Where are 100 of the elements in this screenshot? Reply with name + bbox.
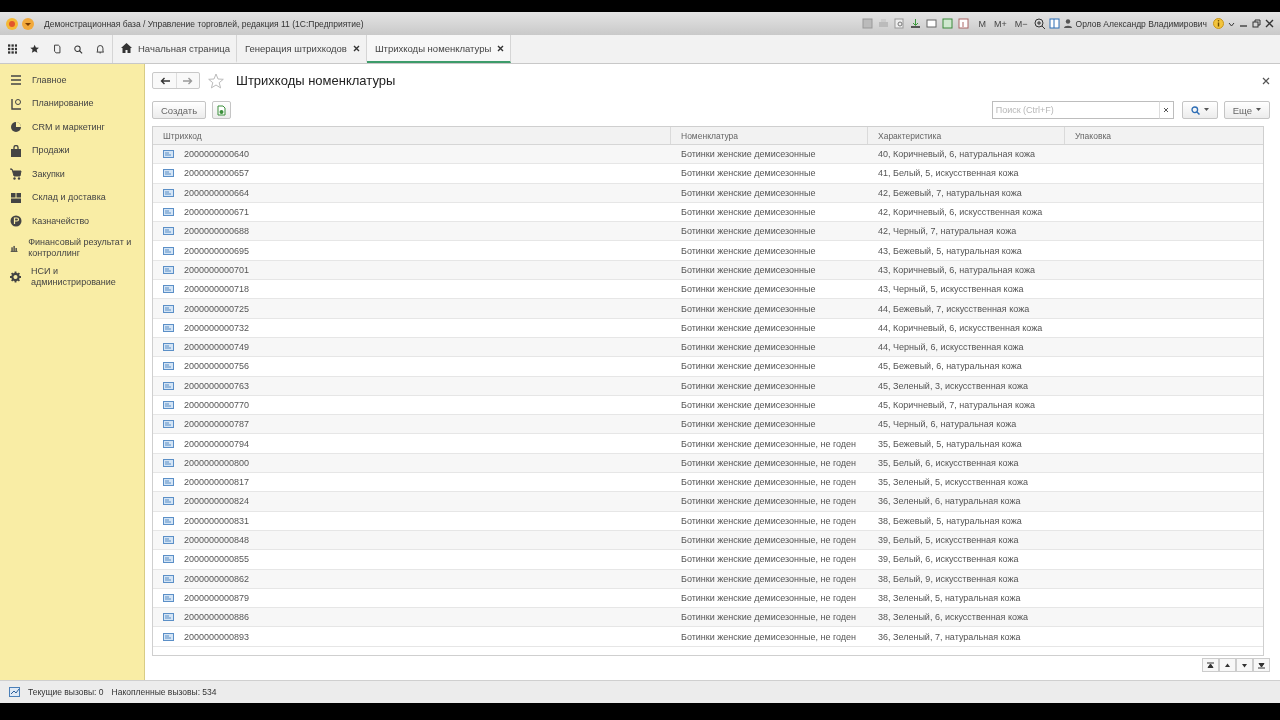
sidebar-item[interactable]: Финансовый результат и контроллинг xyxy=(0,233,144,263)
table-cell: 2000000000855 xyxy=(184,554,250,565)
table-cell-text: Ботинки женские демисезонные, не годен xyxy=(680,438,858,449)
arrow-icon xyxy=(1241,661,1248,669)
table-cell: 2000000000794 xyxy=(184,438,250,449)
record-icon xyxy=(163,574,174,583)
close-icon[interactable] xyxy=(497,44,505,52)
table-cell-text: 42, Бежевый, 7, натуральная кожа xyxy=(877,187,1023,198)
table-cell-text: 45, Черный, 6, натуральная кожа xyxy=(877,419,1018,430)
restore-icon[interactable] xyxy=(1252,19,1261,28)
close-icon[interactable] xyxy=(1262,76,1270,85)
table-cell-text: Ботинки женские демисезонные xyxy=(680,361,817,372)
sidebar-item[interactable]: CRM и маркетинг xyxy=(0,116,144,140)
caret-icon xyxy=(1203,108,1209,112)
table-cell-text: 44, Бежевый, 7, искусственная кожа xyxy=(877,303,1031,314)
record-icon xyxy=(163,439,174,448)
pie-chart-icon xyxy=(10,121,22,134)
table-cell: 2000000000695 xyxy=(184,245,250,256)
scroll-down-button[interactable] xyxy=(1236,658,1253,672)
scroll-bottom-button[interactable] xyxy=(1253,658,1270,672)
apps-icon[interactable] xyxy=(8,43,18,55)
bell-icon[interactable] xyxy=(95,43,104,55)
tab[interactable]: Начальная страница xyxy=(113,35,237,63)
record-icon xyxy=(163,478,174,487)
menu-icon xyxy=(10,74,22,87)
table-cell-text: 41, Белый, 5, искусственная кожа xyxy=(877,168,1020,179)
table-cell-text: Ботинки женские демисезонные xyxy=(680,284,817,295)
zoom-icon[interactable] xyxy=(1033,18,1045,29)
tab[interactable]: Штрихкоды номенклатуры xyxy=(366,35,512,63)
table-cell-text: Ботинки женские демисезонные, не годен xyxy=(680,631,858,642)
record-icon xyxy=(163,362,174,371)
column-header[interactable]: Штрихкод xyxy=(153,127,671,144)
create-button[interactable]: Создать xyxy=(152,101,207,119)
caret-icon[interactable] xyxy=(1228,20,1235,27)
table-cell-text: 40, Коричневый, 6, натуральная кожа xyxy=(877,149,1036,160)
scroll-top-button[interactable] xyxy=(1202,658,1219,672)
history-icon[interactable] xyxy=(52,43,61,55)
logo-icon xyxy=(6,17,18,30)
table-cell-text: Ботинки женские демисезонные xyxy=(680,187,817,198)
arrow-icon xyxy=(1207,661,1214,669)
record-icon xyxy=(163,169,174,178)
sidebar-item[interactable]: Продажи xyxy=(0,139,144,163)
sidebar-item[interactable]: Планирование xyxy=(0,92,144,116)
bag-icon xyxy=(10,144,22,157)
column-header[interactable]: Характеристика xyxy=(868,127,1065,144)
table-cell-text: 44, Коричневый, 6, искусственная кожа xyxy=(877,322,1044,333)
table-cell-text: Ботинки женские демисезонные, не годен xyxy=(680,592,858,603)
table-cell-text: 39, Белый, 6, искусственная кожа xyxy=(877,554,1020,565)
table-cell-text: 38, Зеленый, 5, натуральная кожа xyxy=(877,592,1022,603)
sidebar-item[interactable]: Закупки xyxy=(0,163,144,187)
table-cell: 2000000000701 xyxy=(184,264,250,275)
record-icon xyxy=(163,516,174,525)
table-cell-text: 36, Зеленый, 6, натуральная кожа xyxy=(877,496,1022,507)
table-cell: 2000000000688 xyxy=(184,226,250,237)
table-cell: 2000000000756 xyxy=(184,361,250,372)
table-cell-text: Ботинки женские демисезонные xyxy=(680,226,817,237)
export-button[interactable] xyxy=(212,101,232,119)
record-icon xyxy=(163,150,174,159)
record-icon xyxy=(163,265,174,274)
record-icon xyxy=(163,227,174,236)
column-header[interactable]: Номенклатура xyxy=(671,127,868,144)
column-header[interactable]: Упаковка xyxy=(1065,127,1263,144)
sidebar-item[interactable]: НСИ и администрирование xyxy=(0,262,144,292)
table-cell: 2000000000640 xyxy=(184,149,250,160)
table-cell-text: Ботинки женские демисезонные, не годен xyxy=(680,535,858,546)
table-cell-text: Ботинки женские демисезонные, не годен xyxy=(680,554,858,565)
window-title: Демонстрационная база / Управление торговлей, редакция 11 (1С:Предприятие) xyxy=(44,18,364,29)
memory-button[interactable]: M+ xyxy=(992,18,1009,29)
sidebar-item[interactable]: Казначейство xyxy=(0,210,144,234)
star-icon[interactable] xyxy=(208,72,224,89)
preview-icon[interactable] xyxy=(893,18,905,29)
record-icon xyxy=(163,458,174,467)
tab[interactable]: Генерация штрихкодов xyxy=(236,35,367,63)
user-name[interactable]: Орлов Александр Владимирович xyxy=(1075,18,1207,29)
download-icon[interactable] xyxy=(909,18,921,29)
table-cell: 2000000000718 xyxy=(184,284,250,295)
menu-icon[interactable] xyxy=(22,17,34,30)
table-cell: 2000000000763 xyxy=(184,380,250,391)
search-icon[interactable] xyxy=(74,43,83,55)
table-cell-text: 43, Черный, 5, искусственная кожа xyxy=(877,284,1025,295)
record-icon xyxy=(163,208,174,217)
more-button[interactable]: Еще xyxy=(1223,101,1270,119)
search-button[interactable] xyxy=(1181,101,1218,119)
table-cell-text: Ботинки женские демисезонные, не годен xyxy=(680,477,858,488)
table-cell-text: 35, Белый, 6, искусственная кожа xyxy=(877,457,1020,468)
sidebar-item[interactable]: Главное xyxy=(0,69,144,93)
memory-button[interactable]: M xyxy=(976,18,989,29)
table-cell: 2000000000664 xyxy=(184,187,250,198)
close-icon[interactable] xyxy=(352,44,360,52)
memory-button[interactable]: M− xyxy=(1012,18,1030,29)
close-icon[interactable] xyxy=(1265,19,1274,28)
calls-icon xyxy=(9,687,20,697)
table-cell-text: 38, Зеленый, 6, искусственная кожа xyxy=(877,612,1029,623)
sidebar-item[interactable]: Склад и доставка xyxy=(0,186,144,210)
search-field[interactable]: Поиск (Ctrl+F) xyxy=(991,101,1159,119)
table-cell: 2000000000893 xyxy=(184,631,250,642)
star-icon[interactable] xyxy=(30,43,40,55)
scroll-up-button[interactable] xyxy=(1219,658,1236,672)
close-icon xyxy=(1163,107,1170,113)
info-icon[interactable] xyxy=(1213,18,1224,29)
